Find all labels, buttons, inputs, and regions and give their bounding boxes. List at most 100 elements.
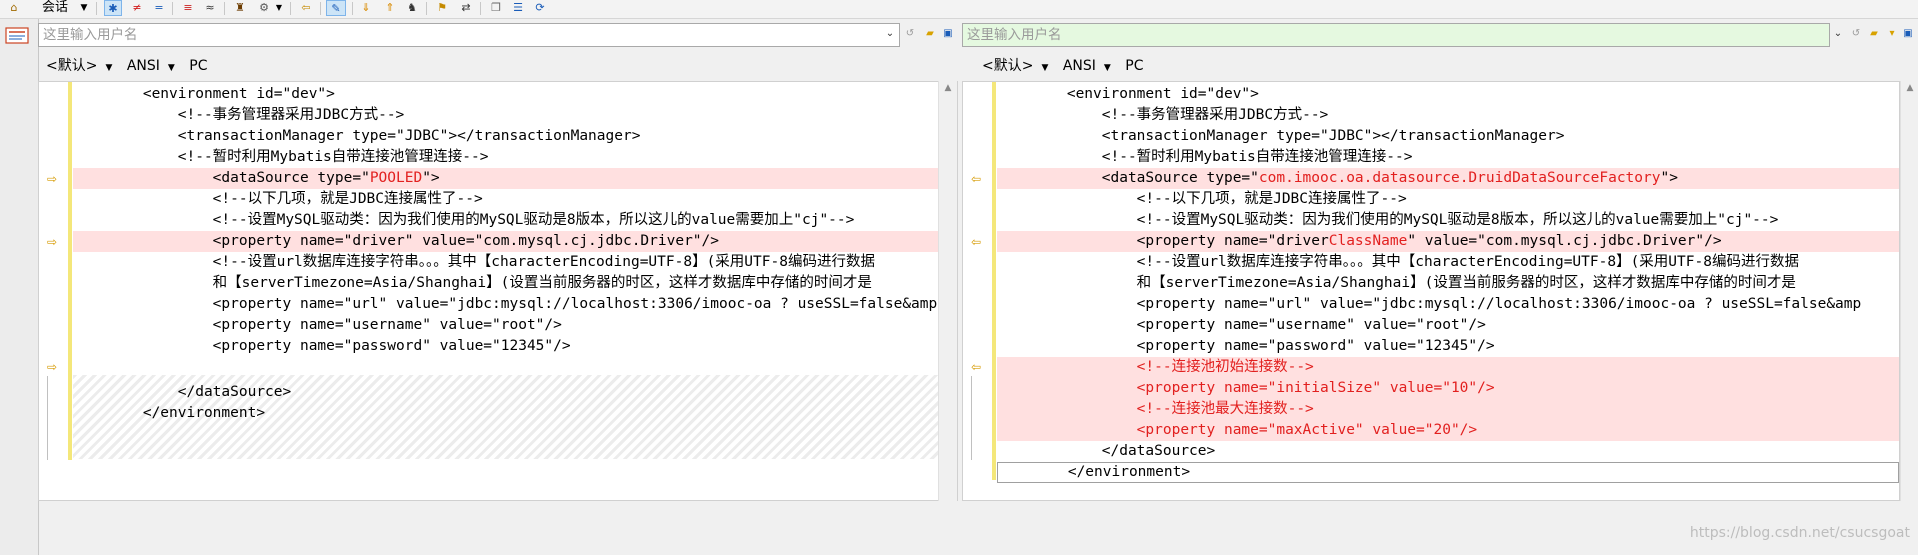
code-text: <property name="password" value="12345"/… — [997, 338, 1495, 354]
diff-code-line[interactable]: <dataSource type="com.imooc.oa.datasourc… — [997, 168, 1899, 189]
swap-icon[interactable]: ⇄ — [458, 0, 474, 16]
code-line[interactable]: <!--设置MySQL驱动类：因为我们使用的MySQL驱动是8版本，所以这儿的v… — [997, 210, 1899, 231]
session-dropdown-icon[interactable]: ▼ — [78, 0, 90, 16]
show-all-icon[interactable]: ✱ — [104, 0, 122, 16]
show-same-icon[interactable]: = — [152, 0, 166, 16]
code-line[interactable]: </dataSource> — [997, 441, 1899, 462]
right-path-dropdown-icon[interactable]: ⌄ — [1830, 23, 1846, 47]
home-icon[interactable]: ⇦ — [298, 0, 314, 16]
diff-code-line[interactable]: <property name="maxActive" value="20"/> — [997, 420, 1899, 441]
next-diff-icon[interactable]: ⇓ — [358, 0, 374, 16]
right-editor[interactable]: ⇦ ⇦ ⇦ <environment id="dev"> <!--事务管理器采用… — [962, 81, 1900, 501]
right-history-icon[interactable]: ↺ — [1848, 23, 1864, 47]
code-text: "> — [422, 170, 440, 186]
right-diff-marker-icon[interactable]: ⇦ — [971, 173, 985, 185]
scroll-up-icon[interactable]: ▲ — [939, 83, 957, 93]
right-encoding-default[interactable]: <默认> — [982, 58, 1033, 74]
right-scrollbar[interactable]: ▲ — [1900, 81, 1918, 501]
left-encoding-dropdown-icon[interactable]: ▼ — [105, 63, 112, 73]
code-line[interactable]: <!--暂时利用Mybatis自带连接池管理连接--> — [73, 147, 957, 168]
code-line[interactable]: <property name="password" value="12345"/… — [73, 336, 957, 357]
code-line[interactable]: <transactionManager type="JDBC"></transa… — [73, 126, 957, 147]
right-pane: 这里输入用户名 ⌄ ↺ ▰ ▾ ▣ <默认> ▼ ANSI ▼ PC ⇦ ⇦ ⇦ <… — [962, 19, 1918, 555]
code-line[interactable]: </environment> — [73, 403, 957, 424]
right-diff-marker-icon[interactable]: ⇦ — [971, 236, 985, 248]
code-line[interactable]: <!--设置url数据库连接字符串。。。其中【characterEncoding… — [997, 252, 1899, 273]
sync-icon[interactable]: ⟳ — [532, 0, 548, 16]
left-scrollbar[interactable]: ▲ — [938, 81, 957, 501]
copy-icon[interactable]: ❐ — [488, 0, 504, 16]
prev-diff-icon[interactable]: ⇑ — [382, 0, 398, 16]
code-line[interactable]: <!--事务管理器采用JDBC方式--> — [73, 105, 957, 126]
code-text: <!--事务管理器采用JDBC方式--> — [997, 107, 1329, 123]
diff-code-line[interactable]: <dataSource type="POOLED"> — [73, 168, 957, 189]
right-open-folder-icon[interactable]: ▰ — [1866, 23, 1882, 47]
bookmark-icon[interactable]: ⚑ — [434, 0, 450, 16]
left-path-input[interactable]: 这里输入用户名 — [38, 23, 900, 47]
code-line[interactable]: <!--设置MySQL驱动类：因为我们使用的MySQL驱动是8版本，所以这儿的v… — [73, 210, 957, 231]
code-line[interactable]: <!--暂时利用Mybatis自带连接池管理连接--> — [997, 147, 1899, 168]
code-line[interactable]: </dataSource> — [73, 382, 957, 403]
code-line[interactable]: <!--以下几项，就是JDBC连接属性了--> — [73, 189, 957, 210]
lines-icon[interactable]: ☰ — [510, 0, 526, 16]
left-diff-marker-icon[interactable]: ⇨ — [47, 361, 61, 373]
code-text: <environment id="dev"> — [997, 86, 1259, 102]
diff-code-line[interactable]: <property name="driverClassName" value="… — [997, 231, 1899, 252]
code-line[interactable]: <property name="username" value="root"/> — [997, 315, 1899, 336]
code-line[interactable]: <property name="username" value="root"/> — [73, 315, 957, 336]
code-line[interactable]: </environment> — [997, 462, 1899, 483]
code-text: <!--暂时利用Mybatis自带连接池管理连接--> — [997, 149, 1413, 165]
right-save-icon[interactable]: ▣ — [1900, 23, 1916, 47]
ignore-icon[interactable]: ≈ — [202, 0, 218, 16]
left-encoding-default[interactable]: <默认> — [46, 58, 97, 74]
code-line[interactable]: <property name="password" value="12345"/… — [997, 336, 1899, 357]
left-path-dropdown-icon[interactable]: ⌄ — [882, 23, 898, 47]
left-charset-dropdown-icon[interactable]: ▼ — [168, 63, 175, 73]
left-editor[interactable]: ⇨ ⇨ ⇨ <environment id="dev"> <!--事务管理器采用… — [38, 81, 958, 501]
find-icon[interactable]: ♞ — [404, 0, 420, 16]
right-charset-dropdown-icon[interactable]: ▼ — [1104, 63, 1111, 73]
scroll-up-icon[interactable]: ▲ — [1901, 83, 1918, 93]
code-line[interactable]: <!--以下几项，就是JDBC连接属性了--> — [997, 189, 1899, 210]
left-history-icon[interactable]: ↺ — [902, 23, 918, 47]
code-line[interactable]: <!--事务管理器采用JDBC方式--> — [997, 105, 1899, 126]
diff-code-line[interactable]: <property name="driver" value="com.mysql… — [73, 231, 957, 252]
left-diff-marker-icon[interactable]: ⇨ — [47, 236, 61, 248]
left-change-bar — [68, 82, 72, 460]
edit-icon[interactable]: ✎ — [326, 0, 346, 16]
code-line[interactable]: <!--设置url数据库连接字符串。。。其中【characterEncoding… — [73, 252, 957, 273]
diff-code-line[interactable]: <!--连接池最大连接数--> — [997, 399, 1899, 420]
context-icon[interactable]: ≡ — [180, 0, 196, 16]
right-encoding-dropdown-icon[interactable]: ▼ — [1041, 63, 1048, 73]
code-line[interactable]: 和【serverTimezone=Asia/Shanghai】(设置当前服务器的… — [997, 273, 1899, 294]
code-line[interactable]: <property name="url" value="jdbc:mysql:/… — [997, 294, 1899, 315]
left-save-icon[interactable]: ▣ — [940, 23, 956, 47]
code-line[interactable]: 和【serverTimezone=Asia/Shanghai】(设置当前服务器的… — [73, 273, 957, 294]
code-text: </environment> — [998, 464, 1191, 480]
right-path-input[interactable]: 这里输入用户名 — [962, 23, 1830, 47]
changed-text: ClassName — [1328, 233, 1408, 249]
right-diff-marker-icon[interactable]: ⇦ — [971, 361, 985, 373]
code-text: <property name="driver" value="com.mysql… — [73, 233, 720, 249]
left-charset[interactable]: ANSI — [127, 58, 160, 74]
right-line-endings[interactable]: PC — [1125, 58, 1143, 74]
session-icon[interactable]: ⌂ — [6, 0, 22, 16]
options-icon[interactable]: ⚙ — [256, 0, 272, 16]
code-line[interactable]: <environment id="dev"> — [73, 84, 957, 105]
left-line-endings[interactable]: PC — [189, 58, 207, 74]
left-open-folder-icon[interactable]: ▰ — [922, 23, 938, 47]
diff-code-line[interactable]: <property name="initialSize" value="10"/… — [997, 378, 1899, 399]
show-diff-icon[interactable]: ≠ — [130, 0, 144, 16]
right-folder-dropdown-icon[interactable]: ▾ — [1884, 23, 1900, 47]
options-dropdown-icon[interactable]: ▼ — [274, 0, 284, 16]
code-text: <property name="username" value="root"/> — [997, 317, 1486, 333]
session-menu[interactable]: 会话 — [42, 0, 68, 16]
right-charset[interactable]: ANSI — [1063, 58, 1096, 74]
rules-icon[interactable]: ♜ — [232, 0, 248, 16]
code-line[interactable]: <transactionManager type="JDBC"></transa… — [997, 126, 1899, 147]
code-text: <!--以下几项，就是JDBC连接属性了--> — [73, 191, 483, 207]
diff-code-line[interactable]: <!--连接池初始连接数--> — [997, 357, 1899, 378]
code-line[interactable]: <property name="url" value="jdbc:mysql:/… — [73, 294, 957, 315]
code-line[interactable]: <environment id="dev"> — [997, 84, 1899, 105]
left-diff-marker-icon[interactable]: ⇨ — [47, 173, 61, 185]
